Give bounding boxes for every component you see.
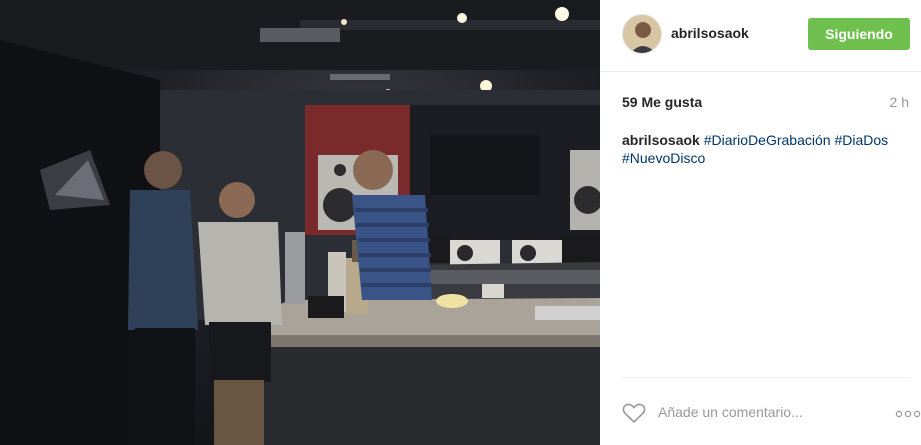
- heart-icon[interactable]: [622, 402, 646, 424]
- hashtag-link[interactable]: #DiarioDeGrabación: [704, 132, 831, 148]
- post-time[interactable]: 2 h: [890, 94, 909, 110]
- hashtag-link[interactable]: #NuevoDisco: [622, 150, 705, 166]
- hashtag-link[interactable]: #DiaDos: [834, 132, 888, 148]
- post-header: abrilsosaok Siguiendo: [600, 0, 921, 72]
- more-options-icon[interactable]: [895, 406, 921, 418]
- avatar-image: [623, 15, 661, 53]
- username-link[interactable]: abrilsosaok: [671, 25, 749, 41]
- comment-input[interactable]: [658, 401, 868, 423]
- caption-username[interactable]: abrilsosaok: [622, 132, 700, 148]
- comment-bar: [622, 377, 921, 445]
- studio-scene: [0, 0, 600, 445]
- following-button[interactable]: Siguiendo: [808, 18, 910, 50]
- avatar[interactable]: [622, 14, 662, 54]
- post-photo[interactable]: [0, 0, 600, 445]
- post-caption: abrilsosaok #DiarioDeGrabación #DiaDos #…: [622, 131, 912, 167]
- likes-count[interactable]: 59 Me gusta: [622, 94, 702, 110]
- post-side-panel: abrilsosaok Siguiendo 59 Me gusta 2 h ab…: [600, 0, 921, 445]
